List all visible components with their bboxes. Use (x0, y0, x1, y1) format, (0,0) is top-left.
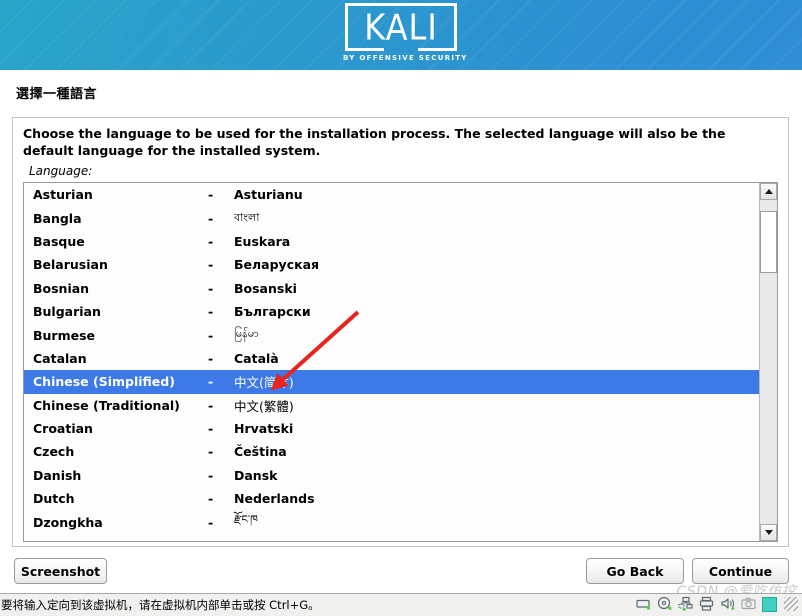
installer-panel: Choose the language to be used for the i… (12, 117, 789, 547)
language-separator: - (208, 374, 214, 390)
language-listbox[interactable]: Asturian - Asturianu Bangla - বাংলা Basque - Eus… (23, 182, 778, 542)
language-name-native: Hrvatski (234, 421, 294, 437)
language-name-english: Chinese (Simplified) (33, 374, 175, 390)
language-row[interactable]: Chinese (Simplified) - 中文(简体) (24, 370, 759, 394)
vm-device-icons (636, 596, 798, 612)
language-name-english: Basque (33, 233, 85, 249)
language-name-native: Català (234, 350, 279, 366)
language-name-native: Čeština (234, 444, 287, 460)
language-row[interactable]: Belarusian - Беларуская (24, 253, 759, 276)
language-row[interactable]: Bulgarian - Български (24, 300, 759, 323)
language-name-native: Asturianu (234, 187, 303, 203)
vm-status-bar: 要将输入定向到该虚拟机，请在虚拟机内部单击或按 Ctrl+G。 (0, 593, 802, 616)
language-name-english: Dzongkha (33, 514, 103, 530)
kali-logo: KALI BY OFFENSIVE SECURITY (343, 3, 468, 62)
language-row[interactable]: Catalan - Català (24, 347, 759, 370)
language-name-english: Danish (33, 467, 82, 483)
kali-logo-text: KALI (364, 5, 438, 49)
language-name-native: Bosanski (234, 280, 297, 296)
language-separator: - (208, 467, 214, 483)
language-name-english: Burmese (33, 327, 96, 343)
language-separator: - (208, 187, 214, 203)
scroll-down-button[interactable] (760, 524, 777, 541)
language-row[interactable]: Croatian - Hrvatski (24, 417, 759, 440)
language-row[interactable]: Dzongkha - རྫོང་ཁ (24, 510, 759, 533)
language-name-native: 中文(繁體) (234, 398, 294, 414)
language-row[interactable]: Burmese - မြန်မာ (24, 323, 759, 346)
kali-banner: KALI BY OFFENSIVE SECURITY (0, 0, 802, 70)
language-row[interactable]: Chinese (Traditional) - 中文(繁體) (24, 394, 759, 417)
language-name-native: বাংলা (234, 210, 260, 224)
language-name-english: Croatian (33, 421, 93, 437)
language-name-native: Nederlands (234, 491, 315, 507)
language-row[interactable]: Bosnian - Bosanski (24, 277, 759, 300)
language-separator: - (208, 491, 214, 507)
language-name-english: Dutch (33, 491, 75, 507)
language-row[interactable]: Asturian - Asturianu (24, 183, 759, 206)
language-name-native: 中文(简体) (234, 375, 294, 391)
language-separator: - (208, 304, 214, 320)
language-name-native: Dansk (234, 467, 278, 483)
cd-dvd-icon[interactable] (657, 596, 673, 612)
language-row[interactable]: Basque - Euskara (24, 230, 759, 253)
usb-icon[interactable] (762, 596, 777, 612)
language-row[interactable]: Danish - Dansk (24, 464, 759, 487)
language-separator: - (208, 444, 214, 460)
language-name-english: Bosnian (33, 280, 90, 296)
network-icon[interactable] (678, 596, 694, 612)
page-title: 選擇一種語言 (16, 87, 98, 102)
language-name-english: Catalan (33, 350, 87, 366)
kali-logo-tagline: BY OFFENSIVE SECURITY (343, 54, 468, 62)
language-name-english: Bulgarian (33, 304, 101, 320)
scrollbar-thumb[interactable] (760, 211, 777, 273)
language-separator: - (208, 350, 214, 366)
language-name-english: Czech (33, 444, 75, 460)
language-list[interactable]: Asturian - Asturianu Bangla - বাংলা Basque - Eus… (24, 183, 759, 541)
resize-grip-icon (784, 597, 798, 611)
language-name-english: Asturian (33, 187, 93, 203)
language-name-native: မြန်မာ (234, 327, 259, 341)
hard-disk-icon[interactable] (636, 596, 652, 612)
printer-icon[interactable] (699, 596, 715, 612)
language-field-label: Language: (29, 164, 93, 178)
language-separator: - (208, 514, 214, 530)
sound-icon[interactable] (720, 596, 736, 612)
language-separator: - (208, 257, 214, 273)
go-back-button[interactable]: Go Back (586, 558, 684, 584)
language-name-native: རྫོང་ཁ (234, 512, 258, 526)
language-name-english: Belarusian (33, 257, 108, 273)
language-name-english: Bangla (33, 210, 82, 226)
panel-intro-text: Choose the language to be used for the i… (23, 126, 726, 158)
screenshot-button[interactable]: Screenshot (14, 558, 107, 584)
chevron-down-icon (764, 530, 773, 535)
vm-status-message: 要将输入定向到该虚拟机，请在虚拟机内部单击或按 Ctrl+G。 (1, 598, 320, 612)
kali-logo-frame: KALI (345, 3, 457, 51)
language-separator: - (208, 210, 214, 226)
language-separator: - (208, 280, 214, 296)
language-name-native: Беларуская (234, 257, 320, 273)
language-name-english: Chinese (Traditional) (33, 397, 180, 413)
camera-icon[interactable] (741, 596, 757, 612)
language-list-scrollbar[interactable] (759, 183, 777, 541)
language-separator: - (208, 233, 214, 249)
chevron-up-icon (764, 189, 773, 194)
scroll-up-button[interactable] (760, 183, 777, 200)
language-separator: - (208, 327, 214, 343)
language-row[interactable]: Czech - Čeština (24, 440, 759, 463)
language-name-native: Euskara (234, 233, 291, 249)
language-separator: - (208, 397, 214, 413)
language-separator: - (208, 421, 214, 437)
language-name-native: Български (234, 304, 311, 320)
language-row[interactable]: Bangla - বাংলা (24, 206, 759, 229)
